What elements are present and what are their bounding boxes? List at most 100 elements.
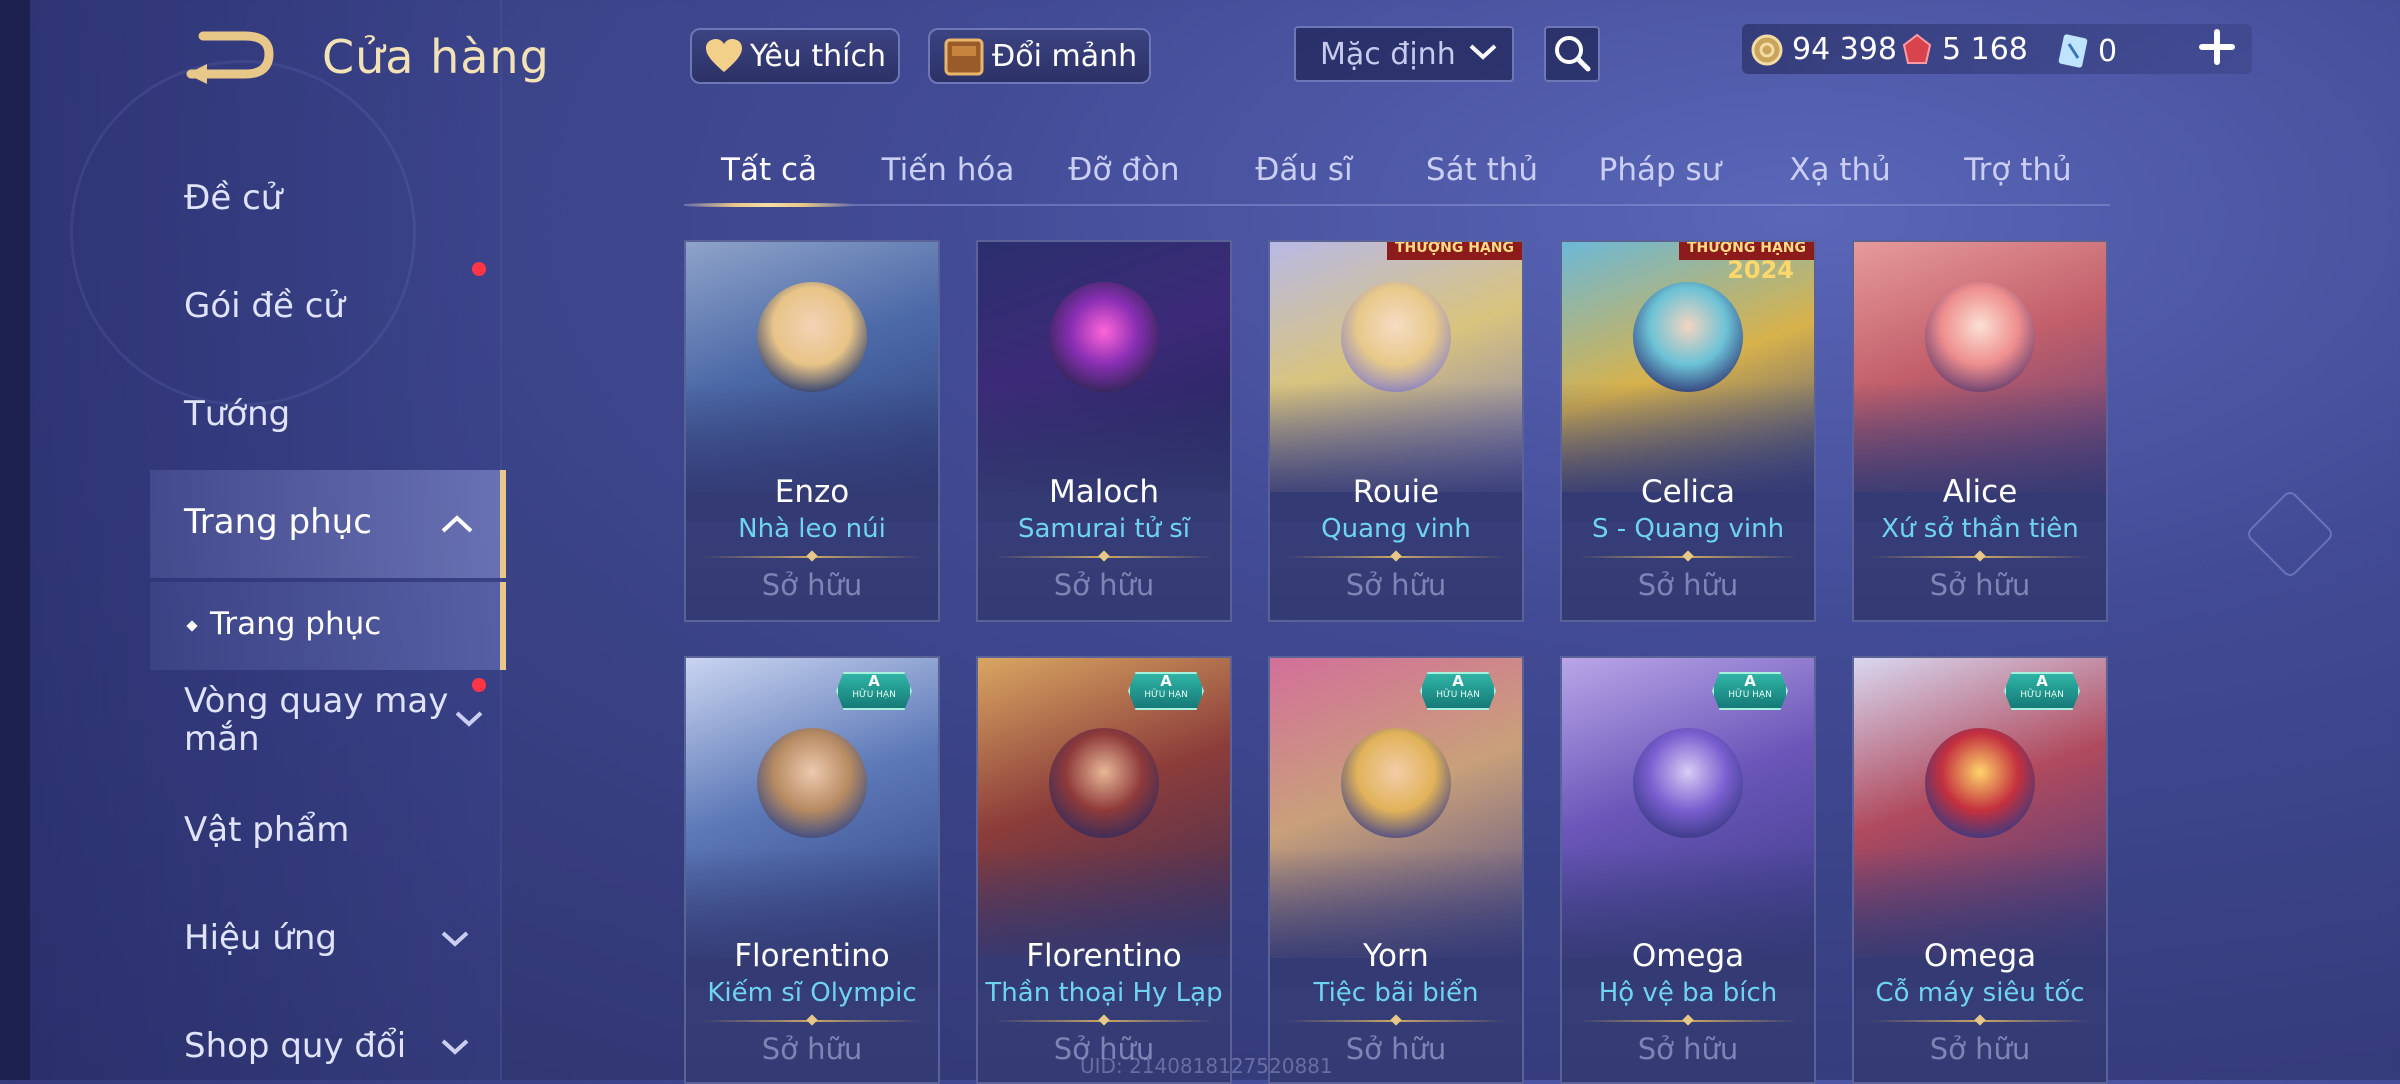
- sidebar-item-label: Đề cử: [184, 178, 283, 218]
- skin-card[interactable]: THƯỢNG HẠNG Rouie Quang vinh Sở hữu: [1268, 240, 1524, 622]
- skin-card[interactable]: A HỮU HẠN Omega Cỗ máy siêu tốc Sở hữu: [1852, 656, 2108, 1084]
- skin-name: Hộ vệ ba bích: [1598, 978, 1778, 1008]
- skin-card[interactable]: THƯỢNG HẠNG 2024 Celica S - Quang vinh S…: [1560, 240, 1816, 622]
- hero-name: Omega: [1631, 938, 1745, 974]
- hero-portrait: [1633, 282, 1743, 392]
- tab-assassin[interactable]: Sát thủ: [1426, 152, 1538, 188]
- voucher-balance: 0: [2056, 32, 2117, 70]
- favorite-button[interactable]: Yêu thích: [690, 28, 900, 84]
- favorite-label: Yêu thích: [750, 38, 886, 74]
- rank-banner: THƯỢNG HẠNG: [1386, 242, 1522, 260]
- sidebar-item-label: Trang phục: [184, 502, 372, 542]
- heart-icon: [706, 39, 742, 72]
- gem-balance: 5 168: [1900, 32, 2028, 67]
- divider: [1578, 1020, 1798, 1022]
- tab-all[interactable]: Tất cả: [721, 152, 817, 188]
- sidebar-item-effects[interactable]: Hiệu ứng: [184, 918, 500, 958]
- divider: [1870, 1020, 2090, 1022]
- red-gem-icon: [1902, 33, 1932, 64]
- tab-tank[interactable]: Đỡ đòn: [1068, 152, 1179, 188]
- skin-card[interactable]: Enzo Nhà leo núi Sở hữu: [684, 240, 940, 622]
- divider: [994, 556, 1214, 558]
- owned-status: Sở hữu: [1345, 568, 1447, 602]
- skin-card[interactable]: Maloch Samurai tử sĩ Sở hữu: [976, 240, 1232, 622]
- bullet-icon: [186, 620, 198, 632]
- floating-assist-icon[interactable]: [2244, 488, 2336, 580]
- sidebar-item-bundles[interactable]: Gói đề cử: [184, 286, 500, 326]
- limited-badge: A HỮU HẠN: [836, 672, 912, 710]
- skin-card[interactable]: Alice Xứ sở thần tiên Sở hữu: [1852, 240, 2108, 622]
- tab-fighter[interactable]: Đấu sĩ: [1255, 152, 1352, 188]
- hero-portrait: [1341, 282, 1451, 392]
- chevron-down-icon: [455, 711, 483, 727]
- sort-value: Mặc định: [1320, 37, 1456, 72]
- owned-status: Sở hữu: [1929, 1032, 2031, 1066]
- divider: [1286, 1020, 1506, 1022]
- skin-name: Quang vinh: [1321, 514, 1471, 544]
- skin-card[interactable]: A HỮU HẠN Yorn Tiệc bãi biển Sở hữu: [1268, 656, 1524, 1084]
- skin-name: Nhà leo núi: [738, 514, 886, 544]
- skin-name: Tiệc bãi biển: [1313, 978, 1479, 1008]
- owned-status: Sở hữu: [1637, 1032, 1739, 1066]
- skin-name: Kiếm sĩ Olympic: [707, 978, 917, 1008]
- hero-name: Maloch: [1048, 474, 1159, 510]
- sidebar-item-recommended[interactable]: Đề cử: [184, 178, 500, 218]
- hero-portrait: [1925, 282, 2035, 392]
- owned-status: Sở hữu: [761, 1032, 863, 1066]
- page-title: Cửa hàng: [322, 30, 550, 84]
- hero-portrait: [1633, 728, 1743, 838]
- sidebar-item-items[interactable]: Vật phẩm: [184, 810, 500, 850]
- tab-support[interactable]: Trợ thủ: [1964, 152, 2071, 188]
- skin-card[interactable]: A HỮU HẠN Florentino Kiếm sĩ Olympic Sở h…: [684, 656, 940, 1084]
- user-id: UID: 2140818127520881: [1080, 1054, 1333, 1078]
- sidebar-item-exchange-shop[interactable]: Shop quy đổi: [184, 1026, 500, 1066]
- hero-portrait: [1925, 728, 2035, 838]
- sidebar-subitem-label: Trang phục: [210, 606, 382, 642]
- sidebar-item-skins[interactable]: Trang phục: [150, 470, 506, 578]
- tab-mage[interactable]: Pháp sư: [1599, 152, 1722, 188]
- owned-status: Sở hữu: [1637, 568, 1739, 602]
- skin-name: S - Quang vinh: [1591, 514, 1785, 544]
- owned-status: Sở hữu: [761, 568, 863, 602]
- divider: [1578, 556, 1798, 558]
- skin-name: Samurai tử sĩ: [1017, 514, 1191, 544]
- divider: [1870, 556, 2090, 558]
- hero-name: Florentino: [734, 938, 890, 974]
- sidebar-item-label: Vòng quay may mắn: [184, 681, 449, 759]
- category-tabs: Tất cả Tiến hóa Đỡ đòn Đấu sĩ Sát thủ Ph…: [684, 140, 2110, 207]
- sort-dropdown[interactable]: Mặc định: [1294, 26, 1514, 82]
- gold-coin-icon: [1751, 34, 1783, 65]
- skin-name: Cỗ máy siêu tốc: [1875, 978, 2085, 1008]
- hero-portrait: [757, 728, 867, 838]
- sidebar-item-heroes[interactable]: Tướng: [184, 394, 500, 434]
- back-icon[interactable]: [185, 28, 277, 88]
- chevron-down-icon: [441, 1039, 469, 1055]
- sidebar-item-lucky-wheel[interactable]: Vòng quay may mắn: [184, 681, 483, 759]
- sidebar-item-label: Vật phẩm: [184, 810, 350, 850]
- active-tab-indicator: [684, 203, 854, 207]
- exchange-shards-button[interactable]: Đổi mảnh: [928, 28, 1152, 84]
- limited-badge: A HỮU HẠN: [2004, 672, 2080, 710]
- search-button[interactable]: [1544, 26, 1600, 82]
- chevron-down-icon: [1469, 44, 1497, 60]
- tab-marksman[interactable]: Xạ thủ: [1789, 152, 1891, 188]
- sidebar-item-label: Shop quy đổi: [184, 1026, 407, 1066]
- skin-card[interactable]: A HỮU HẠN Florentino Thần thoại Hy Lạp Sở…: [976, 656, 1232, 1084]
- hero-name: Enzo: [774, 474, 850, 510]
- gold-balance: 94 398: [1750, 32, 1897, 67]
- add-currency-icon[interactable]: [2196, 26, 2238, 68]
- notification-dot: [472, 262, 486, 276]
- skin-name: Xứ sở thần tiên: [1881, 514, 2079, 544]
- tab-evolution[interactable]: Tiến hóa: [882, 152, 1015, 188]
- rank-year: 2024: [1727, 256, 1794, 284]
- divider: [994, 1020, 1214, 1022]
- limited-badge: A HỮU HẠN: [1712, 672, 1788, 710]
- sidebar-subitem-skins[interactable]: Trang phục: [150, 582, 506, 670]
- hero-portrait: [1341, 728, 1451, 838]
- exchange-shards-label: Đổi mảnh: [992, 38, 1138, 74]
- shard-box-icon: [944, 38, 984, 76]
- hero-portrait: [1049, 728, 1159, 838]
- hero-portrait: [1049, 282, 1159, 392]
- hero-portrait: [757, 282, 867, 392]
- skin-card[interactable]: A HỮU HẠN Omega Hộ vệ ba bích Sở hữu: [1560, 656, 1816, 1084]
